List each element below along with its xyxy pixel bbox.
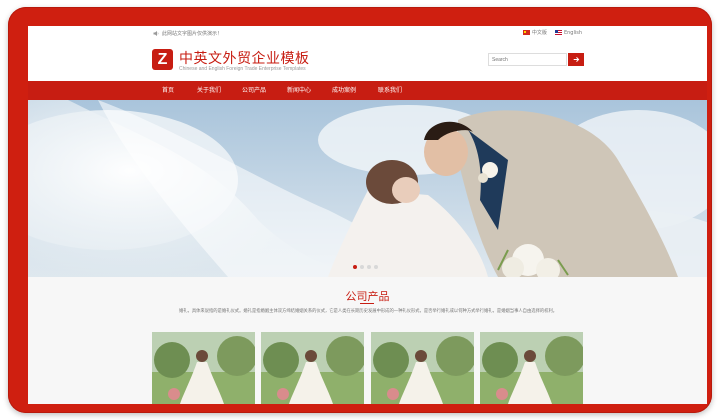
product-thumbnail[interactable] [261, 332, 364, 404]
product-thumbnail[interactable] [152, 332, 255, 404]
bride-in-garden-image [261, 332, 364, 404]
wedding-couple-photo [28, 100, 707, 277]
device-frame: 此网站文字图片仅供演示！ 中文版 English Z 中英文外贸企业模板 Chi… [8, 7, 712, 413]
title-underline [360, 303, 374, 304]
language-switcher: 中文版 English [522, 29, 582, 36]
speaker-icon [153, 31, 159, 36]
nav-item-cases[interactable]: 成功案例 [332, 81, 356, 100]
bride-in-garden-image [480, 332, 583, 404]
site-title: 中英文外贸企业模板 [179, 51, 310, 67]
search-input[interactable] [488, 53, 567, 66]
products-description: 婚礼，具体来说指的是婚礼仪式。婚礼是指婚姻主体双方缔结婚姻关系的仪式，它是人类在… [178, 309, 558, 314]
main-nav: 首页 关于我们 公司产品 新闻中心 成功案例 联系我们 [28, 81, 707, 100]
logo-icon[interactable]: Z [152, 49, 173, 70]
browser-screen: 此网站文字图片仅供演示！ 中文版 English Z 中英文外贸企业模板 Chi… [28, 26, 707, 404]
nav-item-products[interactable]: 公司产品 [242, 81, 266, 100]
products-title: 公司产品 [345, 290, 390, 303]
lang-english-link[interactable]: English [554, 29, 582, 36]
lang-chinese-label: 中文版 [531, 30, 547, 36]
slider-dot[interactable] [374, 265, 378, 269]
arrow-right-icon [573, 57, 579, 62]
notice-text: 此网站文字图片仅供演示！ [162, 31, 223, 37]
hero-banner[interactable] [28, 100, 707, 277]
bride-in-garden-image [152, 332, 255, 404]
nav-item-news[interactable]: 新闻中心 [287, 81, 311, 100]
slider-dot[interactable] [367, 265, 371, 269]
site-subtitle: Chinese and English Foreign Trade Enterp… [179, 66, 306, 72]
nav-item-home[interactable]: 首页 [162, 81, 174, 100]
nav-item-about[interactable]: 关于我们 [197, 81, 221, 100]
product-thumbnail[interactable] [371, 332, 474, 404]
slider-dots [353, 265, 378, 269]
products-section: 公司产品 婚礼，具体来说指的是婚礼仪式。婚礼是指婚姻主体双方缔结婚姻关系的仪式，… [28, 277, 707, 404]
slider-dot[interactable] [353, 265, 357, 269]
product-thumbnail[interactable] [480, 332, 583, 404]
china-flag-icon [522, 30, 530, 35]
bride-in-garden-image [371, 332, 474, 404]
nav-item-contact[interactable]: 联系我们 [378, 81, 402, 100]
top-bar: 此网站文字图片仅供演示！ 中文版 English [28, 26, 707, 40]
search-button[interactable] [568, 53, 584, 66]
site-notice: 此网站文字图片仅供演示！ [153, 30, 222, 37]
lang-english-label: English [563, 29, 582, 36]
slider-dot[interactable] [360, 265, 364, 269]
us-flag-icon [554, 30, 562, 35]
site-header: Z 中英文外贸企业模板 Chinese and English Foreign … [28, 40, 707, 81]
lang-chinese-link[interactable]: 中文版 [522, 29, 547, 36]
